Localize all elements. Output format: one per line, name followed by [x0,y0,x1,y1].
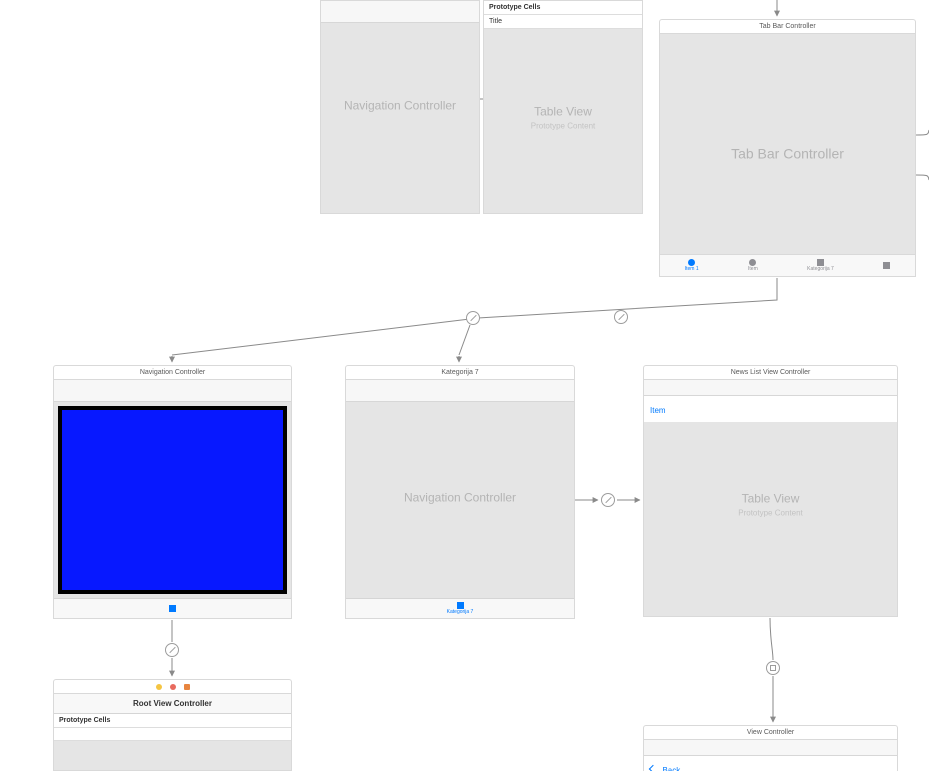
tab-label: Item 1 [685,267,699,272]
tab-bar: Kategorija 7 [346,598,574,618]
prototype-cell-title[interactable]: Title [484,15,642,29]
navbar-placeholder [346,380,574,402]
tab-label: Kategorija 7 [447,610,474,615]
news-body: Item Table View Prototype Content [643,379,898,617]
nav-mid-body: Navigation Controller Kategorija 7 [345,379,575,619]
chevron-left-icon [649,765,657,771]
segue-show-icon[interactable] [766,661,780,675]
square-icon [883,262,890,269]
navbar-placeholder [644,740,897,756]
segue-icon[interactable] [466,311,480,325]
table-view-label: Table View [644,492,897,506]
root-header: Root View Controller [54,694,291,714]
scene-tab-bar-controller[interactable]: Tab Bar Controller Tab Bar Controller It… [659,19,916,277]
body-title: Navigation Controller [321,99,479,113]
prototype-cell[interactable] [54,728,291,741]
tab-item-1[interactable]: Item 1 [685,259,699,272]
tab-item-4[interactable] [883,262,890,270]
circle-icon [749,259,756,266]
scene-news-list-view-controller[interactable]: News List View Controller Item Table Vie… [643,365,898,617]
square-icon [169,605,176,612]
body-title: Navigation Controller [346,491,574,505]
body-title: Tab Bar Controller [660,145,915,161]
scene-navigation-controller-kategorija[interactable]: Kategorija 7 Navigation Controller Kateg… [345,365,575,619]
tab-item-3[interactable]: Kategorija 7 [807,259,834,272]
tab-item-2[interactable]: Item [748,259,758,272]
prototype-cells-header: Prototype Cells [54,714,291,728]
scene-top-navigation-controller[interactable]: Navigation Controller [320,0,480,214]
tab-bar: Item 1 Item Kategorija 7 [660,254,915,276]
navbar-placeholder [321,1,479,23]
scene-view-controller[interactable]: View Controller Back [643,725,898,771]
tab-label: Item [748,267,758,272]
storyboard-canvas[interactable]: { "top_nav": { "title": "Navigation Cont… [0,0,929,771]
back-button[interactable]: Back [662,766,680,771]
body-text: Table View Prototype Content [644,492,897,518]
view-body: Back [643,739,898,771]
item-link[interactable]: Item [650,406,666,415]
body-text: Table View Prototype Content [484,104,642,130]
scene-root-view-controller[interactable]: Root View Controller Prototype Cells [53,679,292,771]
back-row[interactable]: Back [644,756,897,771]
circle-icon [688,259,695,266]
body-text: Navigation Controller [346,491,574,505]
tab-bar-body: Tab Bar Controller Item 1 Item Kategorij… [659,33,916,277]
dot-icon [156,684,162,690]
blue-view-border [58,406,287,594]
scene-navigation-controller-left[interactable]: Navigation Controller [53,365,292,619]
segue-icon[interactable] [165,643,179,657]
scene-title: News List View Controller [643,365,898,379]
top-nav-body: Navigation Controller [320,0,480,214]
prototype-cells-header: Prototype Cells [484,1,642,15]
root-body: Root View Controller Prototype Cells [53,693,292,771]
dot-icon [170,684,176,690]
scene-title: Navigation Controller [53,365,292,379]
item-row[interactable]: Item [644,396,897,422]
tab-bar [54,598,291,618]
tab-label: Kategorija 7 [807,267,834,272]
scene-handle-dots [54,684,291,690]
scene-top-table-view[interactable]: Prototype Cells Title Table View Prototy… [483,0,643,214]
table-view-label: Table View [484,104,642,118]
square-icon [457,602,464,609]
navbar-placeholder [644,380,897,396]
tab-item[interactable] [169,605,176,613]
prototype-content-label: Prototype Content [644,509,897,518]
tab-item[interactable]: Kategorija 7 [447,602,474,615]
prototype-content-label: Prototype Content [484,121,642,130]
segue-icon[interactable] [614,310,628,324]
dot-icon [184,684,190,690]
scene-handles[interactable] [53,679,292,693]
square-icon [817,259,824,266]
body-text: Navigation Controller [321,99,479,113]
scene-title: View Controller [643,725,898,739]
scene-title: Kategorija 7 [345,365,575,379]
scene-title: Tab Bar Controller [659,19,916,33]
nav-left-body [53,379,292,619]
table-body: Prototype Cells Title Table View Prototy… [483,0,643,214]
body-text: Tab Bar Controller [660,145,915,161]
segue-icon[interactable] [601,493,615,507]
blue-view[interactable] [62,410,283,590]
navbar-placeholder [54,380,291,402]
